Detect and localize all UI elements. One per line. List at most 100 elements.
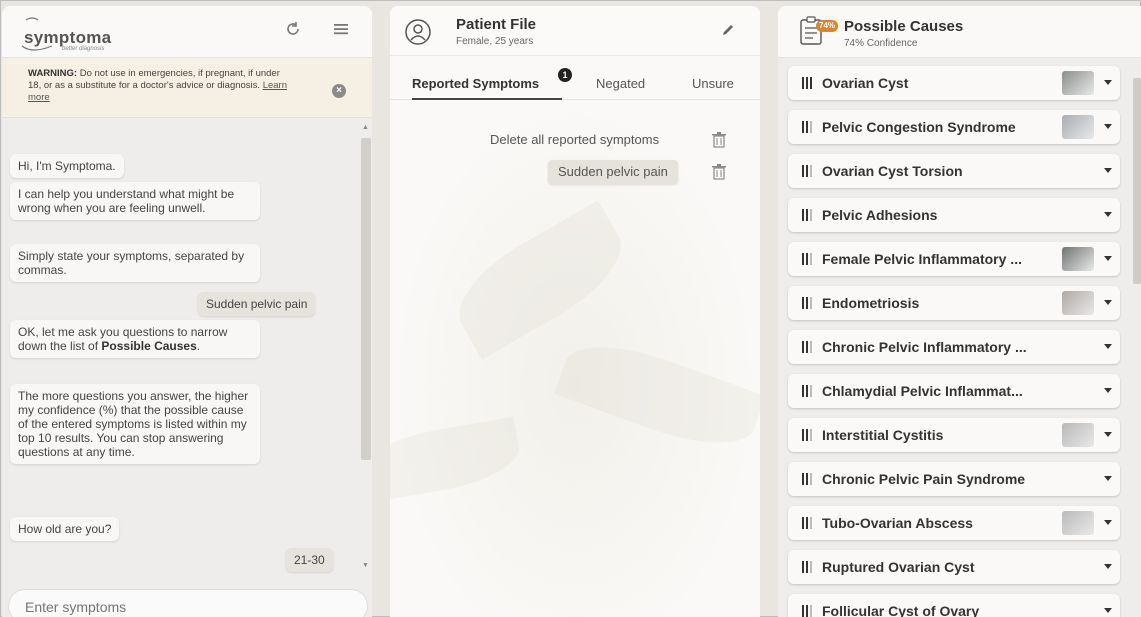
symptoma-logo[interactable]: symptoma better diagnosis	[16, 16, 156, 52]
symptom-input[interactable]	[25, 596, 345, 617]
cause-name: Female Pelvic Inflammatory ...	[822, 251, 1022, 267]
bot-message: I can help you understand what might be …	[10, 182, 260, 220]
chevron-down-icon[interactable]	[1104, 608, 1112, 613]
trash-icon[interactable]	[712, 132, 726, 148]
relevance-bars-icon	[802, 561, 812, 573]
chevron-down-icon[interactable]	[1104, 168, 1112, 173]
possible-cause-item[interactable]: Chronic Pelvic Inflammatory ...	[788, 330, 1120, 364]
cause-thumbnail[interactable]	[1062, 291, 1094, 315]
possible-cause-item[interactable]: Pelvic Adhesions	[788, 198, 1120, 232]
possible-cause-item[interactable]: Follicular Cyst of Ovary	[788, 594, 1120, 617]
warning-label: WARNING:	[28, 68, 78, 79]
confidence-badge: 74%	[816, 20, 839, 32]
relevance-bars-icon	[802, 605, 812, 617]
menu-icon[interactable]	[330, 20, 352, 42]
warning-text: WARNING: Do not use in emergencies, if p…	[28, 68, 288, 104]
possible-cause-item[interactable]: Ovarian Cyst	[788, 66, 1120, 100]
possible-cause-item[interactable]: Pelvic Congestion Syndrome	[788, 110, 1120, 144]
relevance-bars-icon	[802, 473, 812, 485]
cause-name: Ruptured Ovarian Cyst	[822, 559, 975, 575]
scroll-up-icon[interactable]: ▲	[362, 124, 369, 131]
reported-symptoms-list: Delete all reported symptoms Sudden pelv…	[390, 100, 760, 617]
chevron-down-icon[interactable]	[1104, 212, 1112, 217]
cause-thumbnail[interactable]	[1062, 511, 1094, 535]
tab-reported-symptoms[interactable]: Reported Symptoms	[412, 76, 539, 91]
chevron-down-icon[interactable]	[1104, 300, 1112, 305]
patient-file-header: Patient File Female, 25 years	[390, 6, 760, 56]
cause-name: Ovarian Cyst Torsion	[822, 163, 963, 179]
chevron-down-icon[interactable]	[1104, 564, 1112, 569]
possible-cause-item[interactable]: Interstitial Cystitis	[788, 418, 1120, 452]
possible-causes-title: Possible Causes	[844, 18, 964, 35]
cause-thumbnail[interactable]	[1062, 423, 1094, 447]
relevance-bars-icon	[802, 517, 812, 529]
chevron-down-icon[interactable]	[1104, 520, 1112, 525]
chat-scroll-thumb[interactable]	[361, 138, 371, 460]
relevance-bars-icon	[802, 165, 812, 177]
chat-messages: Hi, I'm Symptoma. I can help you underst…	[2, 118, 372, 574]
symptom-chip[interactable]: Sudden pelvic pain	[548, 160, 678, 184]
bot-message: The more questions you answer, the highe…	[10, 384, 260, 464]
warning-banner: WARNING: Do not use in emergencies, if p…	[2, 58, 372, 118]
cause-name: Pelvic Congestion Syndrome	[822, 119, 1016, 135]
relevance-bars-icon	[802, 429, 812, 441]
reset-icon[interactable]	[282, 20, 304, 42]
patient-file-panel: Patient File Female, 25 years Reported S…	[390, 6, 760, 617]
edit-pencil-icon[interactable]	[720, 22, 738, 40]
possible-causes-panel: 74% Possible Causes 74% Confidence Ovari…	[778, 6, 1141, 617]
close-warning-icon[interactable]: ×	[332, 84, 346, 98]
chevron-down-icon[interactable]	[1104, 124, 1112, 129]
chevron-down-icon[interactable]	[1104, 476, 1112, 481]
relevance-bars-icon	[802, 121, 812, 133]
chevron-down-icon[interactable]	[1104, 432, 1112, 437]
reported-count-badge: 1	[558, 68, 572, 82]
logo-tagline: better diagnosis	[62, 46, 105, 52]
scroll-down-icon[interactable]: ▼	[362, 562, 369, 569]
chevron-down-icon[interactable]	[1104, 80, 1112, 85]
cause-thumbnail[interactable]	[1062, 115, 1094, 139]
bot-message: OK, let me ask you questions to narrow d…	[10, 320, 260, 358]
tab-unsure[interactable]: Unsure	[692, 76, 734, 91]
bot-message: Simply state your symptoms, separated by…	[10, 244, 260, 282]
relevance-bars-icon	[802, 297, 812, 309]
cause-name: Follicular Cyst of Ovary	[822, 603, 980, 617]
chevron-down-icon[interactable]	[1104, 344, 1112, 349]
trash-icon[interactable]	[712, 164, 726, 180]
delete-all-symptoms-button[interactable]: Delete all reported symptoms	[490, 132, 659, 147]
possible-cause-item[interactable]: Ovarian Cyst Torsion	[788, 154, 1120, 188]
causes-scroll-thumb[interactable]	[1133, 78, 1141, 284]
bot-message: How old are you?	[10, 517, 120, 541]
symptom-input-wrapper	[8, 589, 368, 617]
background-leaf-decoration	[390, 416, 524, 504]
confidence-subtitle: 74% Confidence	[844, 38, 918, 49]
relevance-bars-icon	[802, 341, 812, 353]
cause-name: Chronic Pelvic Pain Syndrome	[822, 471, 1026, 487]
possible-cause-item[interactable]: Ruptured Ovarian Cyst	[788, 550, 1120, 584]
possible-cause-item[interactable]: Chlamydial Pelvic Inflammat...	[788, 374, 1120, 408]
patient-demographics: Female, 25 years	[456, 36, 534, 47]
relevance-bars-icon	[802, 385, 812, 397]
bot-message-text: .	[196, 339, 201, 353]
cause-name: Interstitial Cystitis	[822, 427, 944, 443]
possible-cause-item[interactable]: Tubo-Ovarian Abscess	[788, 506, 1120, 540]
possible-cause-item[interactable]: Chronic Pelvic Pain Syndrome	[788, 462, 1120, 496]
tab-negated[interactable]: Negated	[596, 76, 645, 91]
cause-name: Chlamydial Pelvic Inflammat...	[822, 383, 1023, 399]
chevron-down-icon[interactable]	[1104, 388, 1112, 393]
patient-file-title: Patient File	[456, 16, 537, 33]
chevron-down-icon[interactable]	[1104, 256, 1112, 261]
cause-thumbnail[interactable]	[1062, 247, 1094, 271]
logo-text: symptoma	[24, 28, 112, 47]
chat-panel: symptoma better diagnosis WARNING: Do no…	[2, 6, 372, 617]
bot-message: Hi, I'm Symptoma.	[10, 154, 124, 178]
relevance-bars-icon	[802, 77, 812, 89]
cause-name: Ovarian Cyst	[822, 75, 909, 91]
user-message: Sudden pelvic pain	[198, 292, 316, 316]
possible-causes-header: 74% Possible Causes 74% Confidence	[778, 6, 1141, 58]
possible-cause-item[interactable]: Female Pelvic Inflammatory ...	[788, 242, 1120, 276]
background-leaf-decoration	[554, 327, 760, 463]
relevance-bars-icon	[802, 209, 812, 221]
possible-cause-item[interactable]: Endometriosis	[788, 286, 1120, 320]
cause-thumbnail[interactable]	[1062, 71, 1094, 95]
chat-header: symptoma better diagnosis	[2, 6, 372, 58]
